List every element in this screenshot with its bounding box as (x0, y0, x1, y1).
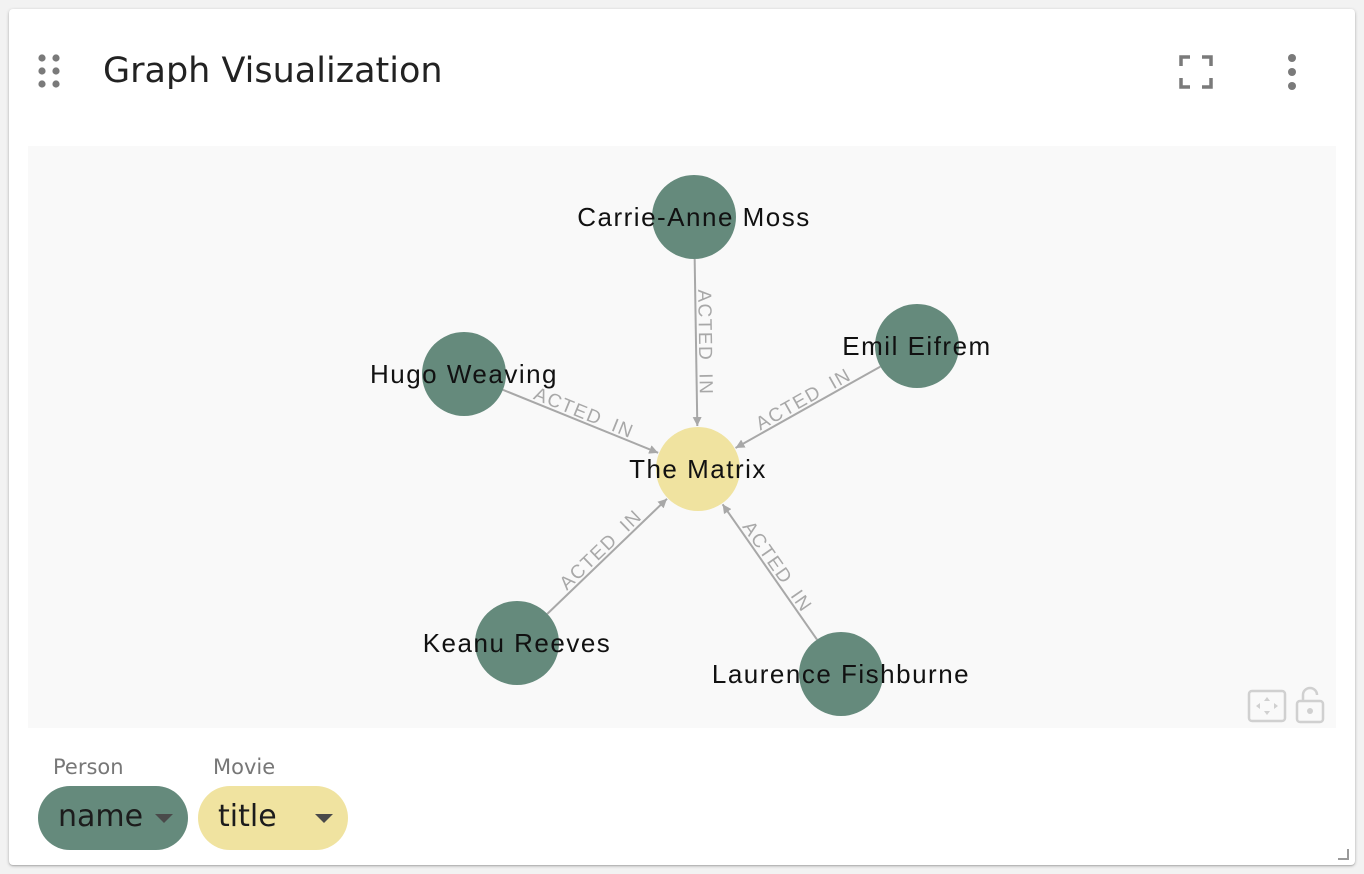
edge-label: ACTED_IN (693, 289, 716, 395)
panel-title: Graph Visualization (103, 51, 443, 91)
fit-to-screen-button[interactable] (1247, 689, 1287, 723)
person-property-select[interactable]: name (38, 786, 188, 850)
graph-visualization-card: Graph Visualization ACTED_IN ACTED_IN ACTE… (9, 9, 1355, 865)
legend-label-person: Person (53, 755, 124, 779)
node-label: Carrie-Anne Moss (577, 202, 811, 232)
resize-handle[interactable] (1337, 847, 1349, 860)
node-label: Keanu Reeves (423, 628, 612, 658)
node-label: Emil Eifrem (842, 331, 991, 361)
node-label: The Matrix (629, 454, 767, 484)
card-header: Graph Visualization (9, 9, 1355, 135)
graph-svg[interactable]: ACTED_IN ACTED_IN ACTED_IN ACTED_IN ACTED_IN… (28, 146, 1336, 728)
node-label: Laurence Fishburne (712, 659, 970, 689)
legend-label-movie: Movie (213, 755, 276, 779)
edge-label: ACTED_IN (738, 518, 816, 617)
drag-handle-icon[interactable] (35, 53, 63, 89)
node-label: Hugo Weaving (370, 359, 558, 389)
resize-corner-icon (1338, 849, 1349, 860)
edge-label: ACTED_IN (752, 365, 855, 435)
more-vert-icon (1288, 54, 1296, 90)
lock-open-icon (1295, 686, 1325, 724)
movie-property-select[interactable]: title (198, 786, 348, 850)
fit-to-screen-icon (1247, 689, 1287, 723)
chevron-down-icon (155, 814, 173, 823)
more-options-button[interactable] (1271, 51, 1313, 93)
fullscreen-button[interactable] (1175, 51, 1217, 93)
person-property-value: name (58, 799, 144, 834)
edge-label: ACTED_IN (556, 506, 647, 595)
graph-canvas[interactable]: ACTED_IN ACTED_IN ACTED_IN ACTED_IN ACTED_IN… (28, 146, 1336, 728)
edge-label: ACTED_IN (531, 384, 637, 443)
movie-property-value: title (218, 799, 277, 834)
lock-toggle-button[interactable] (1294, 684, 1326, 724)
fullscreen-icon (1179, 55, 1213, 89)
chevron-down-icon (315, 814, 333, 823)
